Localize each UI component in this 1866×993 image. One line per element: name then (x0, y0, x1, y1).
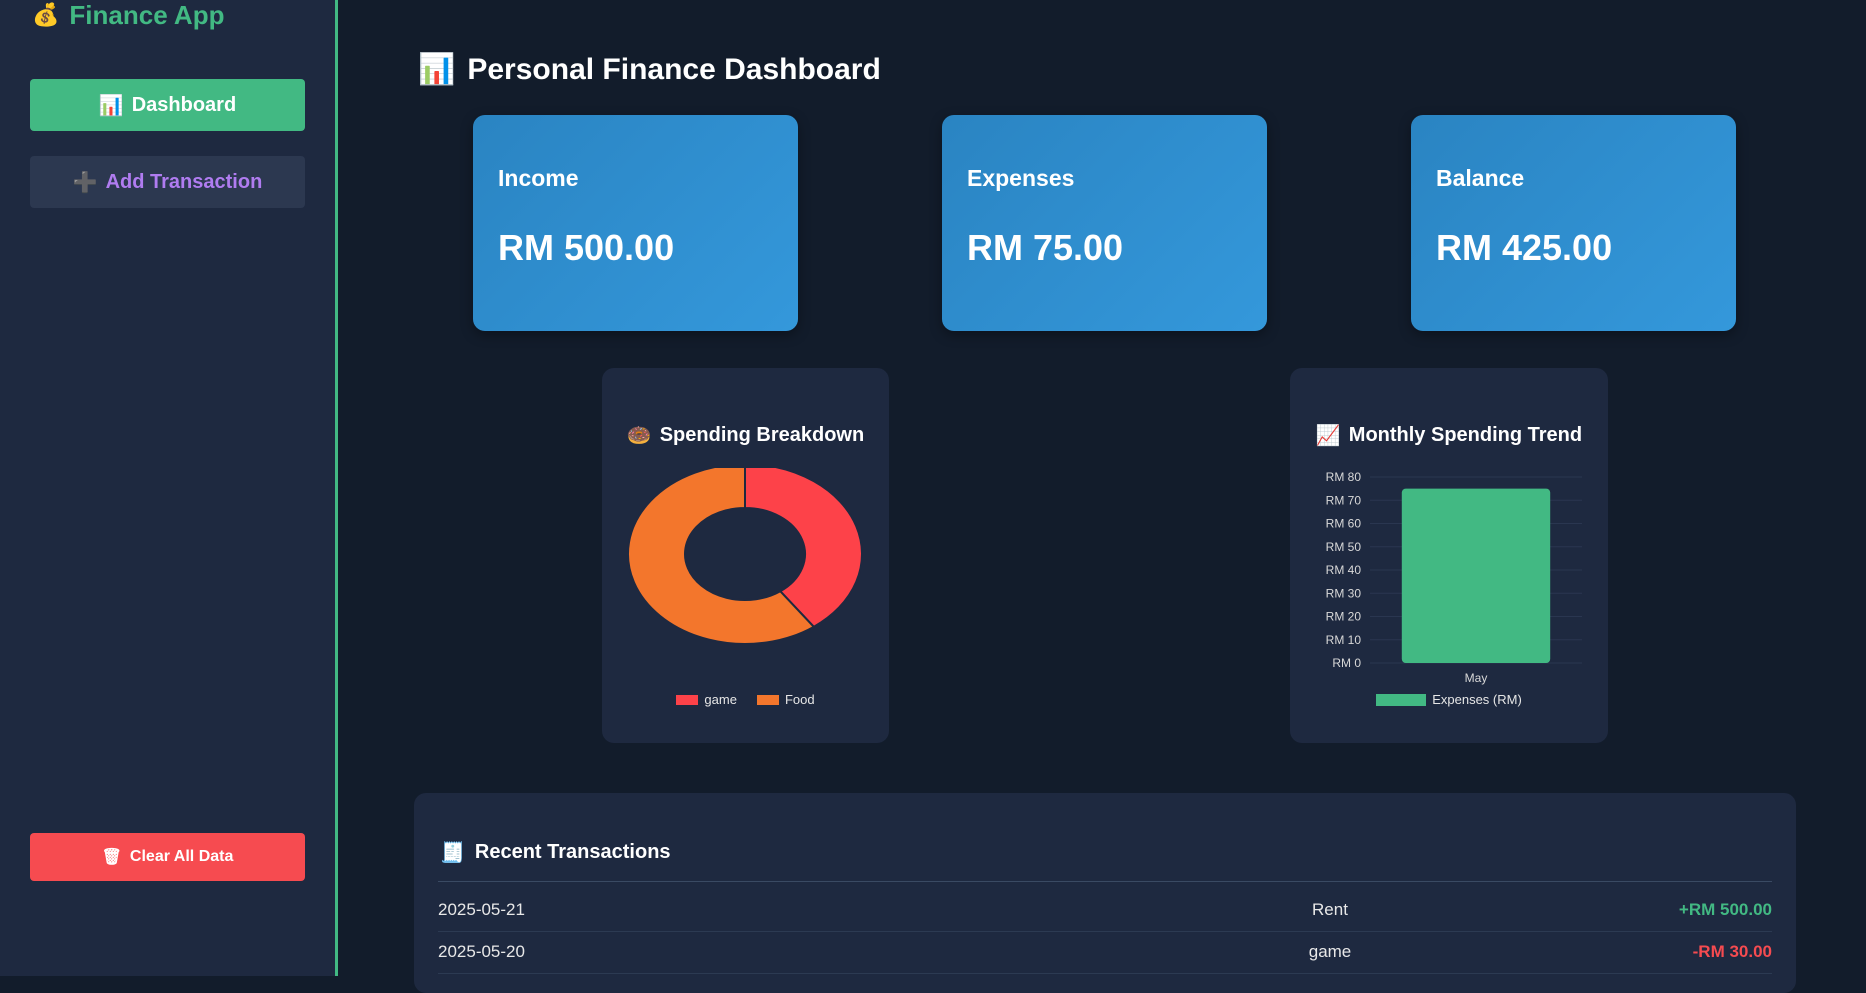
plus-icon: ➕ (72, 171, 98, 194)
expenses-card: Expenses RM 75.00 (942, 115, 1267, 331)
donut-chart (627, 468, 863, 645)
donut-legend: game Food (602, 692, 889, 707)
y-tick-label: RM 60 (1326, 517, 1362, 531)
y-tick-label: RM 40 (1326, 563, 1362, 577)
nav-dashboard-label: Dashboard (131, 93, 237, 116)
app-title: Finance App (69, 0, 225, 30)
page-title: 📊 Personal Finance Dashboard (418, 52, 881, 87)
expenses-value: RM 75.00 (967, 227, 1124, 268)
recent-transactions-title-text: Recent Transactions (474, 841, 671, 863)
income-value: RM 500.00 (498, 227, 675, 268)
transaction-row[interactable]: 2025-05-21 Rent +RM 500.00 (438, 889, 1772, 932)
money-bag-icon: 💰 (32, 2, 60, 27)
y-tick-label: RM 80 (1326, 470, 1362, 484)
bar-chart-icon: 📊 (98, 94, 124, 117)
transaction-category: game (1308, 942, 1352, 961)
monthly-trend-title-text: Monthly Spending Trend (1348, 424, 1583, 446)
legend-item-food[interactable]: Food (756, 692, 815, 707)
nav-add-transaction-button[interactable]: ➕ Add Transaction (30, 156, 305, 208)
spending-breakdown-title-text: Spending Breakdown (659, 424, 865, 446)
transaction-date: 2025-05-20 (438, 942, 525, 961)
legend-swatch-game (676, 694, 699, 705)
legend-label-expenses: Expenses (RM) (1432, 692, 1522, 707)
income-card: Income RM 500.00 (473, 115, 798, 331)
balance-value: RM 425.00 (1436, 227, 1613, 268)
main-content: 📊 Personal Finance Dashboard Income RM 5… (338, 0, 1866, 993)
expenses-label: Expenses (967, 165, 1075, 191)
clear-all-data-label: Clear All Data (129, 848, 234, 865)
monthly-trend-panel: 📈 Monthly Spending Trend RM 0 RM 10 RM 20 R… (1290, 368, 1608, 743)
donut-icon: 🍩 (626, 425, 652, 447)
page-title-text: Personal Finance Dashboard (467, 52, 881, 86)
bar-legend: Expenses (RM) (1290, 692, 1608, 707)
legend-swatch-expenses (1376, 693, 1427, 706)
spending-breakdown-title: 🍩 Spending Breakdown (602, 423, 889, 448)
transaction-date: 2025-05-21 (438, 900, 525, 919)
clear-all-data-button[interactable]: 🗑 Clear All Data (30, 833, 305, 881)
y-tick-label: RM 30 (1326, 586, 1362, 600)
transaction-amount: -RM 30.00 (1692, 942, 1772, 961)
balance-label: Balance (1436, 165, 1525, 191)
spending-breakdown-panel: 🍩 Spending Breakdown game Food (602, 368, 889, 743)
receipt-icon: 🧾 (440, 842, 465, 864)
trash-icon: 🗑 (101, 849, 122, 866)
transaction-row[interactable]: 2025-05-20 game -RM 30.00 (438, 931, 1772, 974)
legend-swatch-food (756, 694, 779, 705)
legend-label-food: Food (784, 692, 815, 707)
divider (438, 881, 1772, 882)
nav-add-transaction-label: Add Transaction (105, 170, 263, 193)
app-brand: 💰 Finance App (32, 0, 224, 30)
recent-transactions-panel: 🧾 Recent Transactions 2025-05-21 Rent +R… (414, 793, 1796, 993)
recent-transactions-title: 🧾 Recent Transactions (440, 840, 671, 865)
monthly-trend-title: 📈 Monthly Spending Trend (1290, 423, 1608, 448)
sidebar: 💰 Finance App 📊 Dashboard ➕ Add Transact… (0, 0, 338, 976)
bar-may[interactable] (1401, 488, 1551, 663)
legend-label-game: game (704, 692, 737, 707)
nav-dashboard-button[interactable]: 📊 Dashboard (30, 79, 305, 131)
bar-chart-icon: 📊 (418, 53, 456, 86)
transaction-category: Rent (1312, 900, 1348, 919)
legend-item-expenses[interactable]: Expenses (RM) (1376, 692, 1522, 707)
line-chart-icon: 📈 (1315, 425, 1341, 447)
y-tick-label: RM 0 (1332, 656, 1361, 670)
y-tick-label: RM 20 (1326, 610, 1362, 624)
transaction-amount: +RM 500.00 (1678, 900, 1772, 919)
income-label: Income (498, 165, 579, 191)
balance-card: Balance RM 425.00 (1411, 115, 1736, 331)
y-tick-label: RM 70 (1326, 493, 1362, 507)
legend-item-game[interactable]: game (676, 692, 737, 707)
y-tick-label: RM 50 (1326, 540, 1362, 554)
x-tick-label: May (1465, 671, 1488, 685)
bar-chart: RM 0 RM 10 RM 20 RM 30 RM 40 RM 50 RM 60 RM 70 R… (1326, 470, 1582, 685)
y-tick-label: RM 10 (1326, 633, 1362, 647)
